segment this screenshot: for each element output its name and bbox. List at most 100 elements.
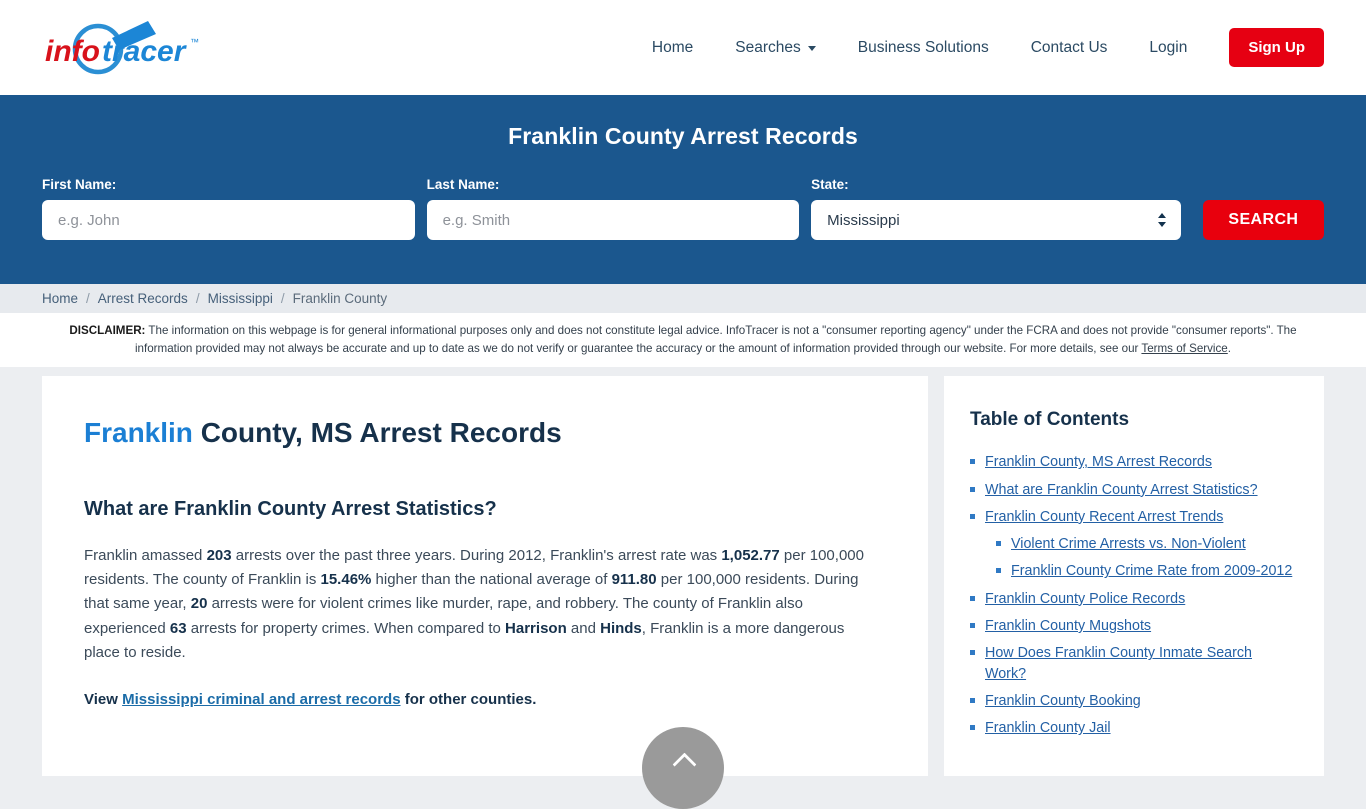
state-select[interactable] [811, 200, 1181, 240]
view-prefix: View [84, 691, 123, 709]
stat-value: Hinds [600, 619, 642, 637]
section-heading-statistics: What are Franklin County Arrest Statisti… [84, 497, 497, 520]
disclaimer-period: . [1227, 341, 1231, 355]
breadcrumb-item-franklin-county: Franklin County [292, 291, 388, 306]
toc-link[interactable]: Franklin County, MS Arrest Records [985, 452, 1212, 472]
toc-link[interactable]: What are Franklin County Arrest Statisti… [985, 480, 1258, 500]
stat-value: 15.46% [320, 571, 372, 589]
view-suffix: for other counties. [400, 691, 537, 709]
nav-label: Home [651, 38, 694, 56]
nav-label: Searches [735, 38, 801, 56]
toc-link[interactable]: Franklin County Police Records [985, 589, 1185, 609]
bullet-square-icon [970, 697, 975, 703]
first-name-label: First Name: [42, 177, 117, 192]
stat-value: 1,052.77 [721, 546, 780, 564]
stat-value: Harrison [505, 619, 567, 637]
last-name-label: Last Name: [426, 177, 500, 192]
scroll-to-top-button[interactable] [642, 727, 724, 809]
stat-value: 911.80 [611, 571, 657, 589]
page-title-rest: County, MS Arrest Records [192, 417, 562, 449]
stat-value: 203 [206, 546, 232, 564]
page-body: Franklin County, MS Arrest Records What … [0, 367, 1366, 777]
nav-item-searches[interactable]: Searches [714, 39, 836, 57]
first-name-group: First Name: [42, 177, 415, 240]
breadcrumb-item-home[interactable]: Home [42, 291, 78, 306]
paragraph-text: Franklin amassed [84, 546, 207, 564]
search-button[interactable]: SEARCH [1202, 200, 1325, 240]
bullet-square-icon [970, 595, 975, 601]
toc-item: Violent Crime Arrests vs. Non-Violent [970, 534, 1294, 554]
sign-up-button[interactable]: Sign Up [1229, 28, 1324, 67]
nav-item-contact-us[interactable]: Contact Us [1010, 39, 1129, 57]
toc-link[interactable]: Violent Crime Arrests vs. Non-Violent [1011, 534, 1246, 554]
toc-link[interactable]: How Does Franklin County Inmate Search W… [985, 643, 1294, 684]
paragraph-text: arrests over the past three years. Durin… [231, 546, 722, 564]
breadcrumb-separator: / [280, 291, 285, 306]
search-band: Franklin County Arrest Records First Nam… [0, 95, 1366, 284]
bullet-square-icon [970, 725, 975, 731]
infotracer-logo[interactable]: info tracer ™ [40, 17, 210, 79]
bullet-square-icon [970, 623, 975, 628]
svg-text:™: ™ [190, 37, 199, 47]
svg-text:info: info [45, 35, 100, 68]
page-title: Franklin County, MS Arrest Records [84, 416, 868, 450]
nav-item-login[interactable]: Login [1128, 39, 1208, 57]
paragraph-text: higher than the national average of [371, 571, 612, 589]
toc-link[interactable]: Franklin County Booking [985, 691, 1141, 711]
disclaimer-label: DISCLAIMER: [69, 324, 146, 337]
toc-link[interactable]: Franklin County Mugshots [985, 616, 1151, 636]
bullet-square-icon [970, 459, 975, 465]
chevron-up-icon [674, 749, 693, 768]
last-name-input[interactable] [426, 200, 800, 240]
nav-label: Contact Us [1030, 38, 1108, 56]
bullet-square-icon [970, 513, 975, 519]
breadcrumb-separator: / [195, 291, 200, 306]
toc-item: Franklin County Mugshots [970, 616, 1294, 636]
site-header: info tracer ™ Home Searches Business Sol… [0, 0, 1366, 95]
last-name-group: Last Name: [426, 177, 800, 240]
breadcrumb: Home / Arrest Records / Mississippi / Fr… [0, 284, 1366, 313]
toc-title: Table of Contents [970, 409, 1130, 431]
paragraph-text: and [566, 619, 601, 637]
breadcrumb-item-arrest-records[interactable]: Arrest Records [98, 291, 188, 306]
nav-label: Business Solutions [857, 38, 989, 56]
state-select-wrap [811, 200, 1181, 240]
state-label: State: [811, 177, 849, 192]
table-of-contents-card: Table of Contents Franklin County, MS Ar… [944, 376, 1324, 777]
breadcrumb-item-mississippi[interactable]: Mississippi [208, 291, 273, 306]
toc-item: Franklin County Crime Rate from 2009-201… [970, 561, 1294, 581]
toc-link[interactable]: Franklin County Jail [985, 718, 1111, 738]
disclaimer-text: The information on this webpage is for g… [134, 324, 1297, 355]
nav-item-business-solutions[interactable]: Business Solutions [837, 39, 1010, 57]
nav-label: Login [1149, 38, 1188, 56]
page-title-highlight: Franklin [84, 417, 193, 449]
article-card: Franklin County, MS Arrest Records What … [42, 376, 928, 777]
toc-link[interactable]: Franklin County Crime Rate from 2009-201… [1011, 561, 1292, 581]
state-group: State: [811, 177, 1181, 240]
toc-item: Franklin County Recent Arrest Trends [970, 507, 1294, 527]
disclaimer-banner: DISCLAIMER: The information on this webp… [0, 313, 1366, 368]
toc-item: Franklin County, MS Arrest Records [970, 452, 1294, 472]
stat-value: 20 [190, 595, 208, 613]
toc-item: What are Franklin County Arrest Statisti… [970, 480, 1294, 500]
view-other-counties-line: View Mississippi criminal and arrest rec… [84, 691, 868, 708]
main-navigation: Home Searches Business Solutions Contact… [631, 28, 1324, 67]
first-name-input[interactable] [42, 200, 415, 240]
toc-list: Franklin County, MS Arrest Records What a… [970, 452, 1294, 738]
mississippi-records-link[interactable]: Mississippi criminal and arrest records [122, 691, 400, 708]
stat-value: 63 [169, 619, 187, 637]
breadcrumb-separator: / [86, 291, 90, 306]
toc-link[interactable]: Franklin County Recent Arrest Trends [985, 507, 1223, 527]
toc-item: Franklin County Police Records [970, 589, 1294, 609]
bullet-square-icon [996, 568, 1001, 574]
chevron-down-icon [807, 46, 816, 51]
bullet-square-icon [996, 541, 1001, 547]
toc-item: How Does Franklin County Inmate Search W… [970, 643, 1294, 684]
terms-of-service-link[interactable]: Terms of Service [1141, 342, 1227, 355]
statistics-paragraph: Franklin amassed 203 arrests over the pa… [84, 544, 868, 665]
nav-item-home[interactable]: Home [631, 39, 714, 57]
toc-item: Franklin County Booking [970, 691, 1294, 711]
svg-text:tracer: tracer [102, 35, 188, 68]
bullet-square-icon [970, 486, 975, 492]
paragraph-text: arrests for property crimes. When compar… [186, 619, 506, 637]
